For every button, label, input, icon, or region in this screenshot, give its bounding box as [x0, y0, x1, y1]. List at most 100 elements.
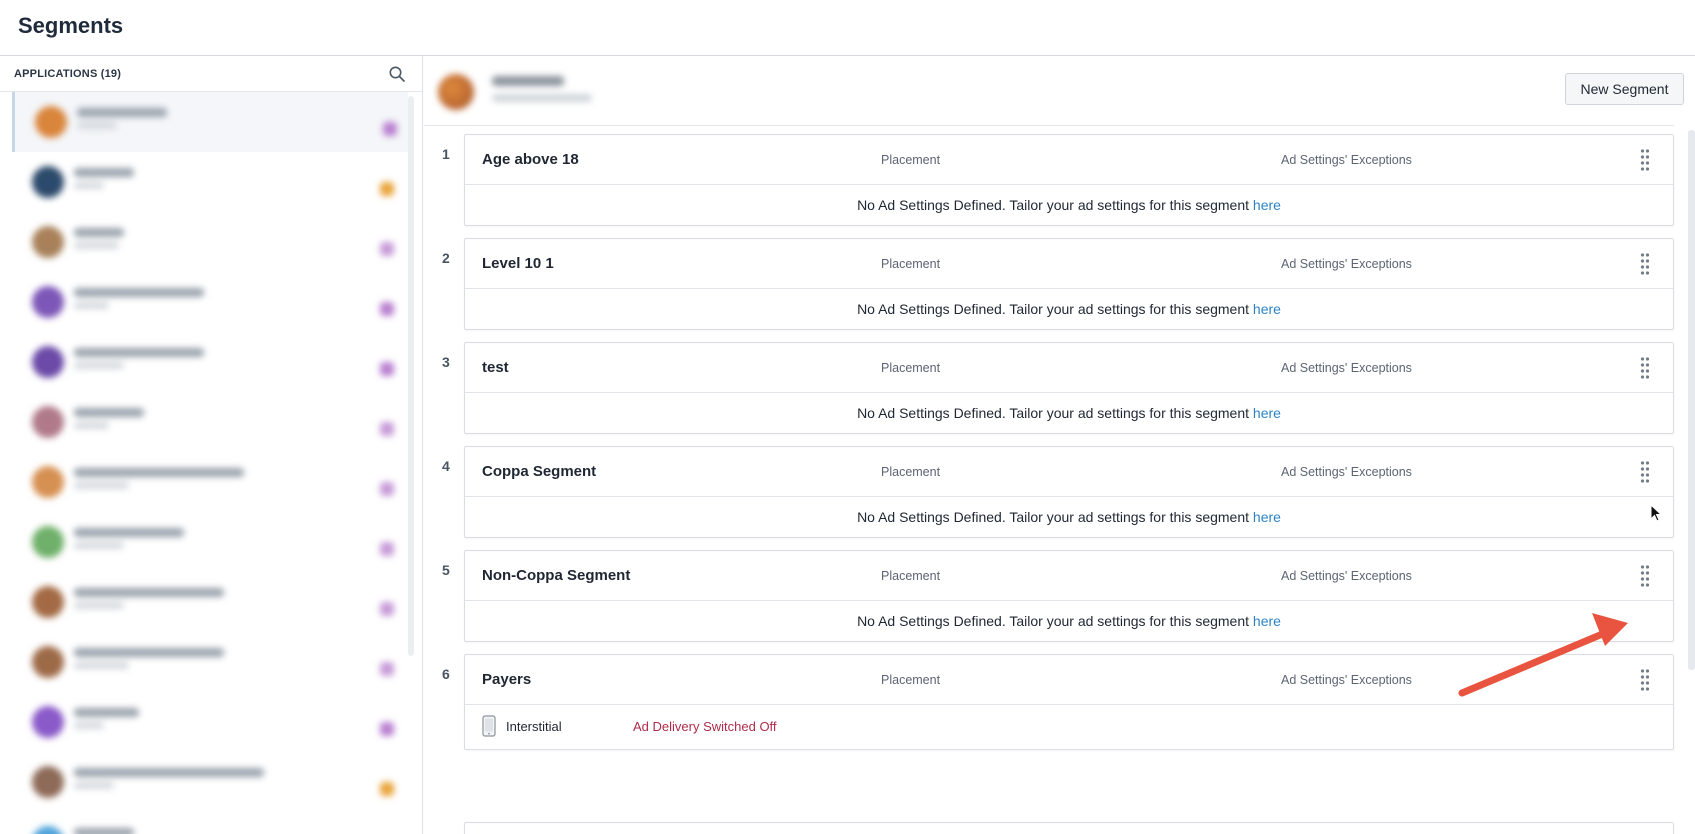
app-subtitle	[74, 302, 109, 309]
drag-handle-icon[interactable]	[1639, 460, 1651, 484]
segment-card-header: Coppa Segment Placement Ad Settings' Excep…	[465, 447, 1673, 497]
segment-card-header: Level 10 1 Placement Ad Settings' Exceptio…	[465, 239, 1673, 289]
drag-handle-icon[interactable]	[1639, 564, 1651, 588]
mouse-cursor-icon	[1650, 504, 1662, 522]
selected-app-subtitle	[492, 94, 592, 102]
segment-card-header: Age above 18 Placement Ad Settings' Except…	[465, 135, 1673, 185]
app-list-item[interactable]	[12, 212, 408, 272]
segment-card-header: test Placement Ad Settings' Exceptions	[465, 343, 1673, 393]
app-name	[74, 408, 144, 417]
placement-type: Interstitial	[506, 719, 562, 734]
segment-priority-number: 1	[442, 146, 450, 162]
configure-ad-settings-link[interactable]: here	[1253, 613, 1281, 629]
content-scrollbar[interactable]	[1688, 130, 1695, 670]
app-subtitle	[74, 362, 124, 369]
configure-ad-settings-link[interactable]: here	[1253, 301, 1281, 317]
segment-name[interactable]: Non-Coppa Segment	[482, 567, 630, 584]
segment-card[interactable]: Coppa Segment Placement Ad Settings' Excep…	[464, 446, 1674, 538]
segment-name[interactable]: test	[482, 359, 509, 376]
app-badge	[380, 242, 394, 256]
app-name	[74, 828, 134, 834]
placement-column-label: Placement	[881, 569, 941, 583]
app-list-item[interactable]	[12, 752, 408, 812]
app-list-item[interactable]	[12, 572, 408, 632]
segment-name[interactable]: Coppa Segment	[482, 463, 596, 480]
segment-name[interactable]: Payers	[482, 671, 531, 688]
segments-panel: New Segment 1 Age above 18 Placement Ad Set…	[424, 56, 1695, 834]
app-badge	[380, 602, 394, 616]
app-subtitle	[74, 662, 129, 669]
app-badge	[380, 722, 394, 736]
app-list-item-content	[12, 812, 408, 834]
placement-column-label: Placement	[881, 361, 941, 375]
configure-ad-settings-link[interactable]: here	[1253, 509, 1281, 525]
app-list-item[interactable]	[12, 692, 408, 752]
drag-handle-icon[interactable]	[1639, 148, 1651, 172]
app-list-item-content	[12, 212, 408, 272]
app-list-item-content	[12, 692, 408, 752]
sidebar-scrollbar[interactable]	[408, 96, 414, 656]
segment-card[interactable]: Age above 18 Placement Ad Settings' Except…	[464, 134, 1674, 226]
exceptions-column-label: Ad Settings' Exceptions	[1281, 153, 1412, 167]
drag-handle-icon[interactable]	[1639, 668, 1651, 692]
segment-name[interactable]: Level 10 1	[482, 255, 554, 272]
app-list-item[interactable]	[12, 332, 408, 392]
app-list-item[interactable]	[12, 392, 408, 452]
app-name	[77, 108, 167, 117]
app-name	[74, 768, 264, 777]
exceptions-column-label: Ad Settings' Exceptions	[1281, 465, 1412, 479]
app-list-item[interactable]	[12, 152, 408, 212]
drag-handle-icon[interactable]	[1639, 356, 1651, 380]
segment-card-header: Payers Placement Ad Settings' Exceptions	[465, 655, 1673, 705]
app-list-item[interactable]	[12, 812, 408, 834]
phone-icon	[482, 715, 496, 737]
app-list-item[interactable]	[12, 632, 408, 692]
configure-ad-settings-link[interactable]: here	[1253, 405, 1281, 421]
selected-app-header: New Segment	[424, 56, 1684, 126]
empty-message-text: No Ad Settings Defined. Tailor your ad s…	[857, 301, 1253, 317]
segment-card[interactable]: Level 10 1 Placement Ad Settings' Exceptio…	[464, 238, 1674, 330]
app-subtitle	[74, 242, 119, 249]
search-icon[interactable]	[388, 65, 406, 83]
segment-name[interactable]: Age above 18	[482, 151, 579, 168]
app-icon	[32, 466, 64, 498]
app-list-item[interactable]	[12, 272, 408, 332]
segment-card[interactable]: Non-Coppa Segment Placement Ad Settings' E…	[464, 550, 1674, 642]
segment-card[interactable]	[464, 822, 1674, 834]
segment-card[interactable]: Payers Placement Ad Settings' Exceptions In…	[464, 654, 1674, 750]
app-name	[74, 288, 204, 297]
app-icon	[32, 646, 64, 678]
exceptions-column-label: Ad Settings' Exceptions	[1281, 257, 1412, 271]
sidebar-header: APPLICATIONS (19)	[0, 56, 422, 92]
top-bar: Segments	[0, 0, 1695, 56]
new-segment-button[interactable]: New Segment	[1565, 73, 1684, 105]
app-list-item-content	[12, 152, 408, 212]
segment-card[interactable]: test Placement Ad Settings' Exceptions No A…	[464, 342, 1674, 434]
app-icon	[32, 826, 64, 834]
app-list-item[interactable]	[12, 452, 408, 512]
app-name	[74, 648, 224, 657]
segment-empty-message: No Ad Settings Defined. Tailor your ad s…	[465, 185, 1673, 225]
app-badge	[380, 362, 394, 376]
application-list	[12, 92, 408, 834]
segment-priority-number: 5	[442, 562, 450, 578]
app-list-item-content	[12, 272, 408, 332]
empty-message-text: No Ad Settings Defined. Tailor your ad s…	[857, 613, 1253, 629]
empty-message-text: No Ad Settings Defined. Tailor your ad s…	[857, 197, 1253, 213]
placement-column-label: Placement	[881, 465, 941, 479]
app-list-item[interactable]	[12, 92, 408, 152]
app-subtitle	[74, 182, 104, 189]
app-subtitle	[74, 782, 114, 789]
placement-column-label: Placement	[881, 257, 941, 271]
applications-sidebar: APPLICATIONS (19)	[0, 56, 423, 834]
configure-ad-settings-link[interactable]: here	[1253, 197, 1281, 213]
app-badge	[380, 302, 394, 316]
exceptions-column-label: Ad Settings' Exceptions	[1281, 361, 1412, 375]
app-icon	[32, 706, 64, 738]
ad-delivery-status: Ad Delivery Switched Off	[633, 719, 777, 734]
drag-handle-icon[interactable]	[1639, 252, 1651, 276]
app-list-item[interactable]	[12, 512, 408, 572]
avatar	[438, 74, 474, 110]
app-list-item-content	[12, 332, 408, 392]
app-icon	[32, 406, 64, 438]
